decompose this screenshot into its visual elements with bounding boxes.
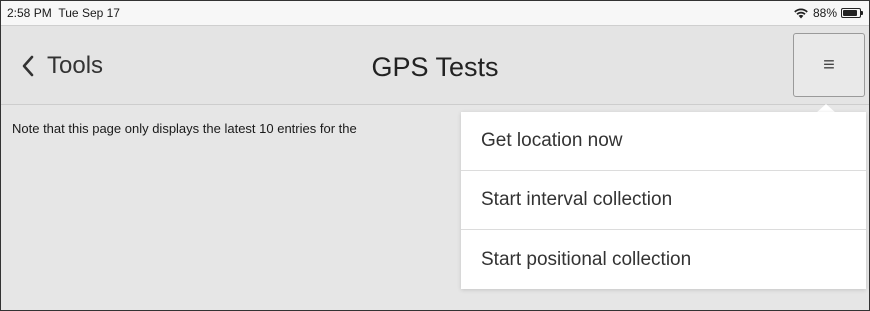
menu-item-start-interval-collection[interactable]: Start interval collection bbox=[461, 171, 866, 230]
battery-percent: 88% bbox=[812, 6, 837, 20]
status-time: 2:58 PM Tue Sep 17 bbox=[7, 1, 120, 25]
entries-note: Note that this page only displays the la… bbox=[12, 121, 357, 136]
page-title: GPS Tests bbox=[371, 52, 499, 82]
battery-icon bbox=[841, 8, 863, 18]
status-date-text: Tue Sep 17 bbox=[58, 6, 120, 20]
menu-item-get-location-now[interactable]: Get location now bbox=[461, 112, 866, 171]
menu-item-start-positional-collection[interactable]: Start positional collection bbox=[461, 230, 866, 289]
nav-bar: Tools GPS Tests ≡ bbox=[1, 26, 869, 105]
battery-tip bbox=[861, 11, 863, 15]
status-time-text: 2:58 PM bbox=[7, 6, 52, 20]
hamburger-icon: ≡ bbox=[823, 53, 835, 76]
status-bar: 2:58 PM Tue Sep 17 88% bbox=[1, 1, 869, 26]
wifi-icon bbox=[794, 8, 808, 19]
status-indicators: 88% bbox=[793, 1, 863, 25]
battery-fill bbox=[843, 10, 858, 16]
actions-popover-menu: Get location now Start interval collecti… bbox=[461, 112, 866, 289]
menu-button[interactable]: ≡ bbox=[793, 33, 865, 97]
